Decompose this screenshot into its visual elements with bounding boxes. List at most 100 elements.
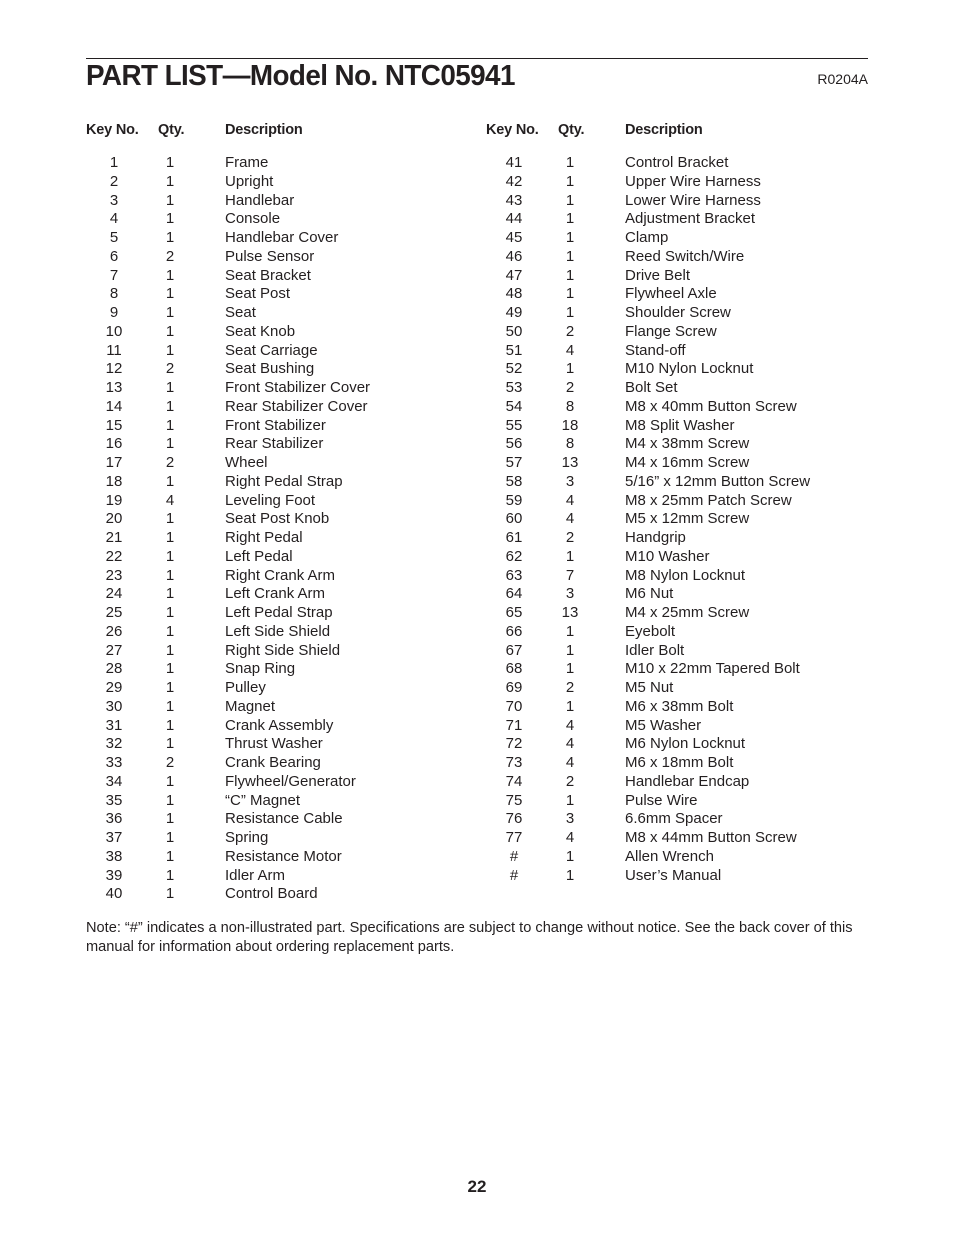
part-key-no: 67 bbox=[505, 641, 523, 659]
part-qty: 1 bbox=[165, 866, 175, 884]
part-key-no: 73 bbox=[505, 754, 523, 771]
part-key-no: 63 bbox=[505, 566, 523, 584]
part-key-no: 26 bbox=[105, 622, 123, 640]
part-key-no: 72 bbox=[505, 735, 523, 753]
table-row: 55 18 M8 Split Washer bbox=[486, 417, 810, 436]
table-row: 38 1 Resistance Motor bbox=[86, 848, 370, 867]
part-key-no: 7 bbox=[109, 266, 119, 284]
table-row: 74 2 Handlebar Endcap bbox=[486, 773, 810, 792]
part-key-no: 1 bbox=[109, 154, 119, 171]
part-description: Upright bbox=[225, 172, 274, 190]
part-description: Stand-off bbox=[625, 341, 686, 359]
part-description: M10 x 22mm Tapered Bolt bbox=[625, 660, 800, 678]
part-key-no: 20 bbox=[105, 510, 123, 528]
part-key-no: 47 bbox=[505, 266, 523, 284]
part-qty: 1 bbox=[165, 341, 175, 359]
table-row: 45 1 Clamp bbox=[486, 229, 810, 248]
table-row: 73 4 M6 x 18mm Bolt bbox=[486, 754, 810, 773]
part-qty: 1 bbox=[165, 285, 175, 303]
part-description: Seat Post Knob bbox=[225, 510, 330, 528]
part-description: M5 Nut bbox=[625, 679, 674, 696]
part-description: Wheel bbox=[225, 454, 268, 471]
part-description: Snap Ring bbox=[225, 660, 296, 678]
part-description: M8 Nylon Locknut bbox=[625, 566, 746, 584]
part-description: Front Stabilizer Cover bbox=[225, 379, 371, 396]
part-qty: 4 bbox=[565, 510, 575, 528]
part-description: Handgrip bbox=[625, 529, 686, 546]
part-description: Seat Bushing bbox=[225, 360, 315, 378]
part-qty: 1 bbox=[165, 847, 175, 865]
table-row: 12 2 Seat Bushing bbox=[86, 360, 370, 379]
part-description: M4 x 16mm Screw bbox=[625, 454, 750, 471]
table-row: 8 1 Seat Post bbox=[86, 285, 370, 304]
part-key-no: 62 bbox=[505, 547, 523, 565]
part-key-no: 10 bbox=[105, 322, 123, 340]
table-row: 32 1 Thrust Washer bbox=[86, 735, 370, 754]
part-key-no: 51 bbox=[505, 341, 523, 359]
part-qty: 1 bbox=[165, 435, 175, 453]
part-key-no: 35 bbox=[105, 791, 123, 809]
part-description: Lower Wire Harness bbox=[625, 191, 761, 209]
table-row: 53 2 Bolt Set bbox=[486, 379, 810, 398]
part-qty: 8 bbox=[565, 435, 575, 453]
part-qty: 1 bbox=[565, 172, 575, 190]
part-description: Pulse Sensor bbox=[225, 247, 315, 265]
part-key-no: 69 bbox=[505, 679, 523, 696]
part-qty: 4 bbox=[565, 341, 575, 359]
part-description: Left Pedal Strap bbox=[225, 604, 333, 621]
part-qty: 1 bbox=[165, 547, 175, 565]
table-row: 16 1 Rear Stabilizer bbox=[86, 435, 370, 454]
part-qty: 4 bbox=[565, 829, 575, 846]
table-row: 62 1 M10 Washer bbox=[486, 548, 810, 567]
table-row: 60 4 M5 x 12mm Screw bbox=[486, 510, 810, 529]
table-row: 35 1 “C” Magnet bbox=[86, 792, 370, 811]
part-description: Right Pedal Strap bbox=[225, 472, 343, 490]
part-key-no: 70 bbox=[505, 697, 523, 715]
part-description: Upper Wire Harness bbox=[625, 172, 761, 190]
part-key-no: 28 bbox=[105, 660, 123, 678]
part-key-no: 34 bbox=[105, 772, 123, 790]
part-description: Seat Post bbox=[225, 285, 291, 303]
table-row: 56 8 M4 x 38mm Screw bbox=[486, 435, 810, 454]
table-header: Key No. Qty. Description bbox=[486, 119, 810, 141]
table-row: 25 1 Left Pedal Strap bbox=[86, 604, 370, 623]
part-key-no: 30 bbox=[105, 697, 123, 715]
part-key-no: 77 bbox=[505, 829, 523, 846]
table-row: 49 1 Shoulder Screw bbox=[486, 304, 810, 323]
part-description: Seat Carriage bbox=[225, 341, 318, 359]
part-qty: 1 bbox=[565, 847, 575, 865]
part-qty: 1 bbox=[165, 829, 175, 846]
part-key-no: 24 bbox=[105, 585, 123, 603]
part-qty: 13 bbox=[561, 454, 579, 471]
table-row: 71 4 M5 Washer bbox=[486, 717, 810, 736]
table-row: 70 1 M6 x 38mm Bolt bbox=[486, 698, 810, 717]
part-description: M10 Nylon Locknut bbox=[625, 360, 754, 378]
part-description: Frame bbox=[225, 154, 269, 171]
part-qty: 1 bbox=[165, 622, 175, 640]
part-qty: 1 bbox=[565, 154, 575, 171]
part-description: Console bbox=[225, 210, 281, 228]
part-key-no: 4 bbox=[109, 210, 119, 228]
table-row: 15 1 Front Stabilizer bbox=[86, 417, 370, 436]
part-description: Handlebar Cover bbox=[225, 229, 339, 246]
part-description: M8 x 25mm Patch Screw bbox=[625, 491, 792, 509]
part-key-no: 65 bbox=[505, 604, 523, 621]
part-description: Leveling Foot bbox=[225, 491, 316, 509]
part-key-no: 9 bbox=[109, 304, 119, 321]
part-description: Resistance Motor bbox=[225, 847, 342, 865]
part-description: Seat bbox=[225, 304, 256, 321]
part-description: Idler Bolt bbox=[625, 641, 685, 659]
part-key-no: 14 bbox=[105, 397, 123, 415]
table-row: 69 2 M5 Nut bbox=[486, 679, 810, 698]
part-key-no: 74 bbox=[505, 772, 523, 790]
table-row: 3 1 Handlebar bbox=[86, 192, 370, 211]
part-description: Flywheel Axle bbox=[625, 285, 717, 303]
part-description: Left Pedal bbox=[225, 547, 293, 565]
part-qty: 1 bbox=[165, 210, 175, 228]
part-qty: 2 bbox=[565, 679, 575, 696]
page-title: PART LIST—Model No. NTC05941 bbox=[86, 60, 515, 92]
part-qty: 1 bbox=[565, 547, 575, 565]
part-description: Crank Assembly bbox=[225, 716, 334, 734]
part-qty: 1 bbox=[565, 791, 575, 809]
part-description: M8 Split Washer bbox=[625, 416, 735, 434]
